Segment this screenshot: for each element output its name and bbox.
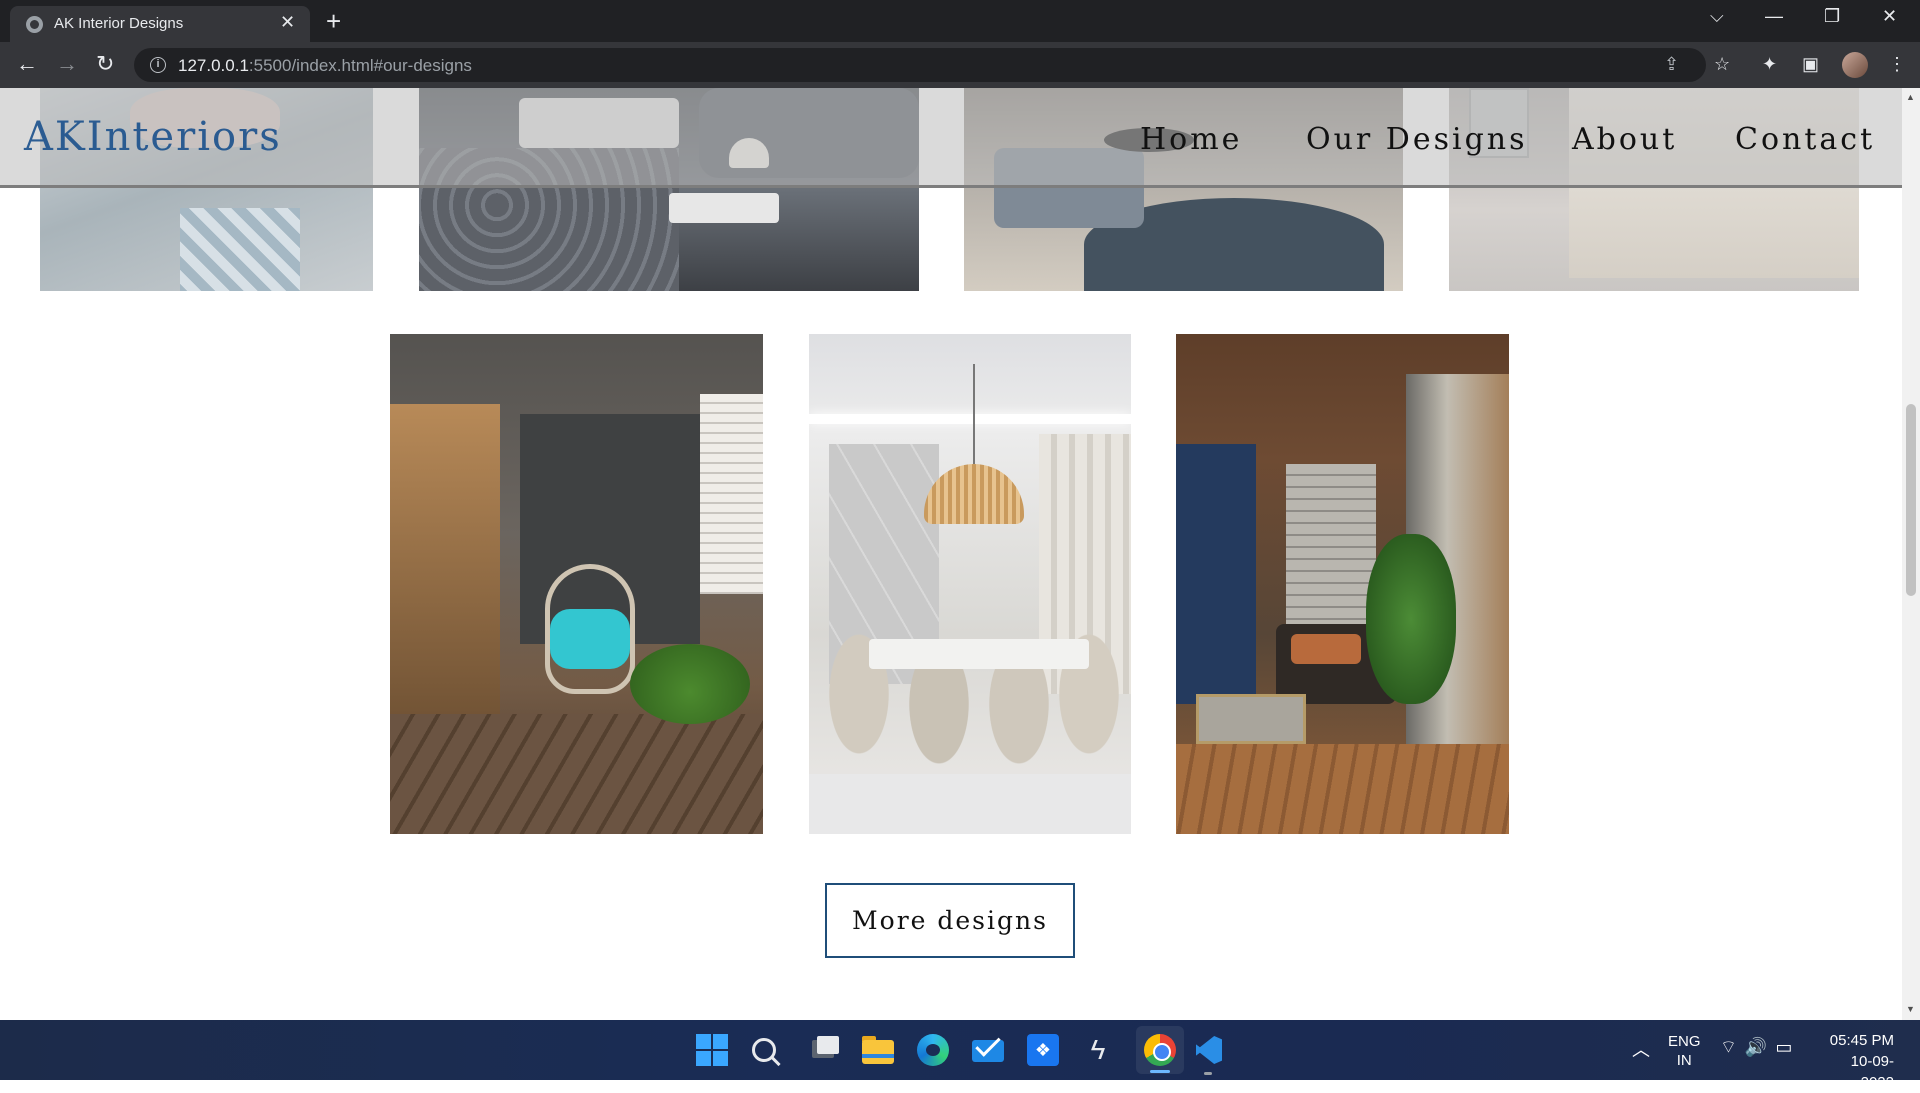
- bookmark-star-icon[interactable]: ☆: [1714, 54, 1730, 75]
- globe-icon: [26, 16, 43, 33]
- url-text[interactable]: 127.0.0.1:5500/index.html#our-designs: [178, 56, 472, 76]
- chrome-icon[interactable]: [1136, 1026, 1184, 1074]
- nav-our-designs[interactable]: Our Designs: [1306, 122, 1528, 157]
- more-designs-button[interactable]: More designs: [825, 883, 1075, 958]
- nav-contact[interactable]: Contact: [1735, 122, 1875, 157]
- design-photo-balcony-swing[interactable]: [390, 334, 763, 834]
- mail-icon[interactable]: [972, 1031, 1004, 1066]
- scroll-up-icon[interactable]: ▲: [1906, 92, 1915, 102]
- extensions-icon[interactable]: ✦: [1762, 54, 1777, 75]
- nav-home[interactable]: Home: [1140, 122, 1242, 157]
- start-icon[interactable]: [696, 1034, 728, 1066]
- address-bar[interactable]: i 127.0.0.1:5500/index.html#our-designs …: [134, 48, 1706, 82]
- scroll-thumb[interactable]: [1906, 404, 1916, 596]
- task-view-icon[interactable]: [808, 1034, 840, 1066]
- tab-search-icon[interactable]: ⌵: [1710, 6, 1724, 27]
- windows-taskbar: ❖ ϟ ︿ ENG IN ⌔🔊▭ 05:45 PM 10-09-2022: [0, 1020, 1920, 1091]
- vscode-icon[interactable]: [1192, 1034, 1224, 1075]
- browser-tab[interactable]: AK Interior Designs ✕: [10, 6, 310, 42]
- new-tab-button[interactable]: +: [326, 8, 341, 34]
- back-button[interactable]: ←: [16, 52, 38, 76]
- minimize-button[interactable]: —: [1765, 6, 1783, 27]
- close-tab-icon[interactable]: ✕: [280, 12, 295, 32]
- language-indicator[interactable]: ENG IN: [1668, 1032, 1701, 1070]
- browser-titlebar: AK Interior Designs ✕ + ⌵ — ❐ ✕: [0, 0, 1920, 42]
- design-photo-balcony-lounge[interactable]: [1176, 334, 1509, 834]
- site-logo[interactable]: AKInteriors: [24, 114, 282, 160]
- browser-toolbar: ← → ↻ i 127.0.0.1:5500/index.html#our-de…: [0, 42, 1920, 88]
- system-clock[interactable]: 05:45 PM 10-09-2022: [1818, 1030, 1894, 1093]
- restore-button[interactable]: ❐: [1824, 6, 1840, 27]
- site-info-icon[interactable]: i: [150, 57, 166, 73]
- network-volume-battery-icons[interactable]: ⌔🔊▭: [1720, 1036, 1800, 1059]
- browser-menu-icon[interactable]: ⋮: [1888, 54, 1906, 75]
- file-explorer-icon[interactable]: [862, 1034, 894, 1066]
- page-scrollbar[interactable]: ▲ ▼: [1902, 88, 1920, 1020]
- forward-button[interactable]: →: [56, 52, 78, 76]
- page-viewport: AKInteriors Home Our Designs About Conta…: [0, 88, 1902, 1020]
- show-hidden-icons-icon[interactable]: ︿: [1632, 1036, 1650, 1062]
- nav-about[interactable]: About: [1572, 122, 1677, 157]
- site-header: AKInteriors Home Our Designs About Conta…: [0, 88, 1902, 188]
- side-panel-icon[interactable]: ▣: [1802, 54, 1819, 75]
- tab-title: AK Interior Designs: [54, 15, 184, 32]
- design-photo-dining-room[interactable]: [809, 334, 1131, 834]
- share-icon[interactable]: ⇪: [1664, 54, 1679, 75]
- reload-button[interactable]: ↻: [96, 52, 114, 76]
- scroll-down-icon[interactable]: ▼: [1906, 1004, 1915, 1014]
- search-icon[interactable]: [752, 1038, 776, 1062]
- profile-avatar[interactable]: [1842, 52, 1868, 78]
- close-window-button[interactable]: ✕: [1882, 6, 1897, 27]
- edge-browser-icon[interactable]: [917, 1034, 949, 1066]
- dropbox-icon[interactable]: ❖: [1027, 1034, 1059, 1066]
- terminal-app-icon[interactable]: ϟ: [1082, 1034, 1114, 1066]
